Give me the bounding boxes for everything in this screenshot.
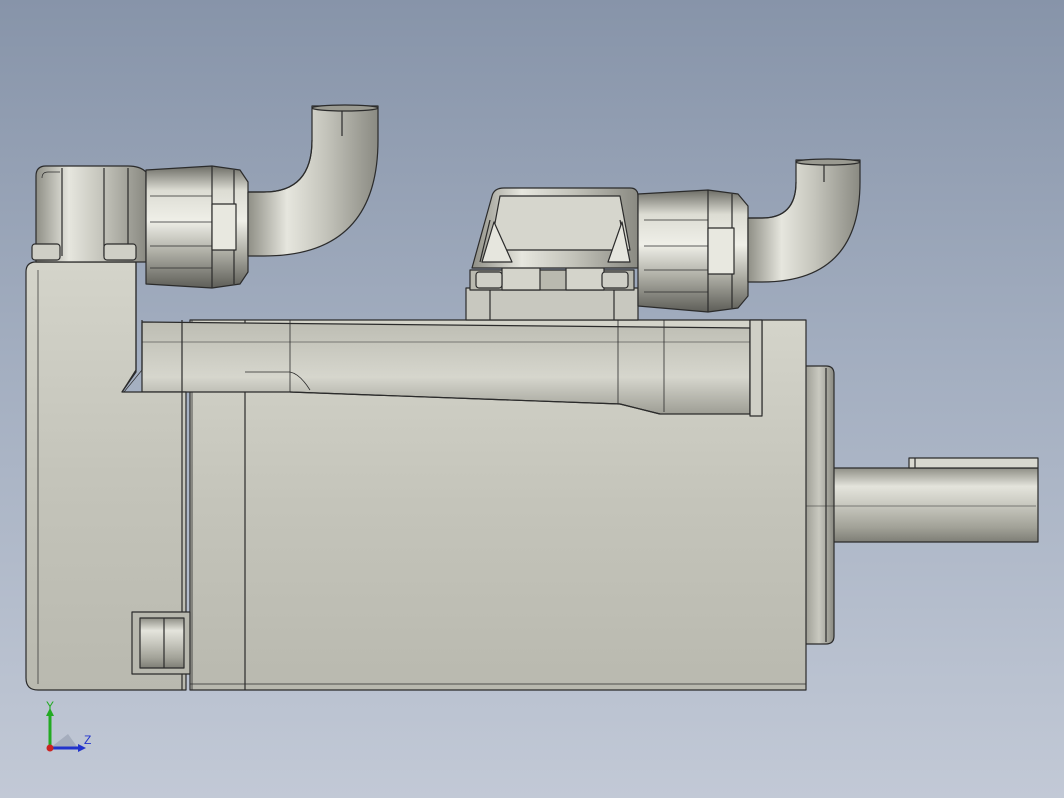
z-axis-label: Z xyxy=(84,733,92,747)
motor-model[interactable] xyxy=(0,0,1064,798)
bolt-head xyxy=(475,271,503,289)
power-cable-gland[interactable] xyxy=(637,189,749,313)
y-axis-label: Y xyxy=(46,699,55,713)
front-pilot-flange[interactable] xyxy=(803,365,835,645)
power-connector-housing[interactable] xyxy=(471,187,639,269)
bolt-head xyxy=(31,243,61,261)
bolt-head xyxy=(601,271,629,289)
power-connector-base[interactable] xyxy=(465,265,639,321)
orientation-triad[interactable]: Y Z xyxy=(38,700,98,760)
output-shaft[interactable] xyxy=(829,457,1039,543)
bolt-head xyxy=(103,243,137,261)
cad-viewport[interactable]: Y Z xyxy=(0,0,1064,798)
encoder-cable-gland[interactable] xyxy=(145,165,249,289)
power-cable-elbow[interactable] xyxy=(747,158,861,283)
encoder-connector-housing[interactable] xyxy=(31,165,147,263)
encoder-cable-elbow[interactable] xyxy=(247,104,379,257)
